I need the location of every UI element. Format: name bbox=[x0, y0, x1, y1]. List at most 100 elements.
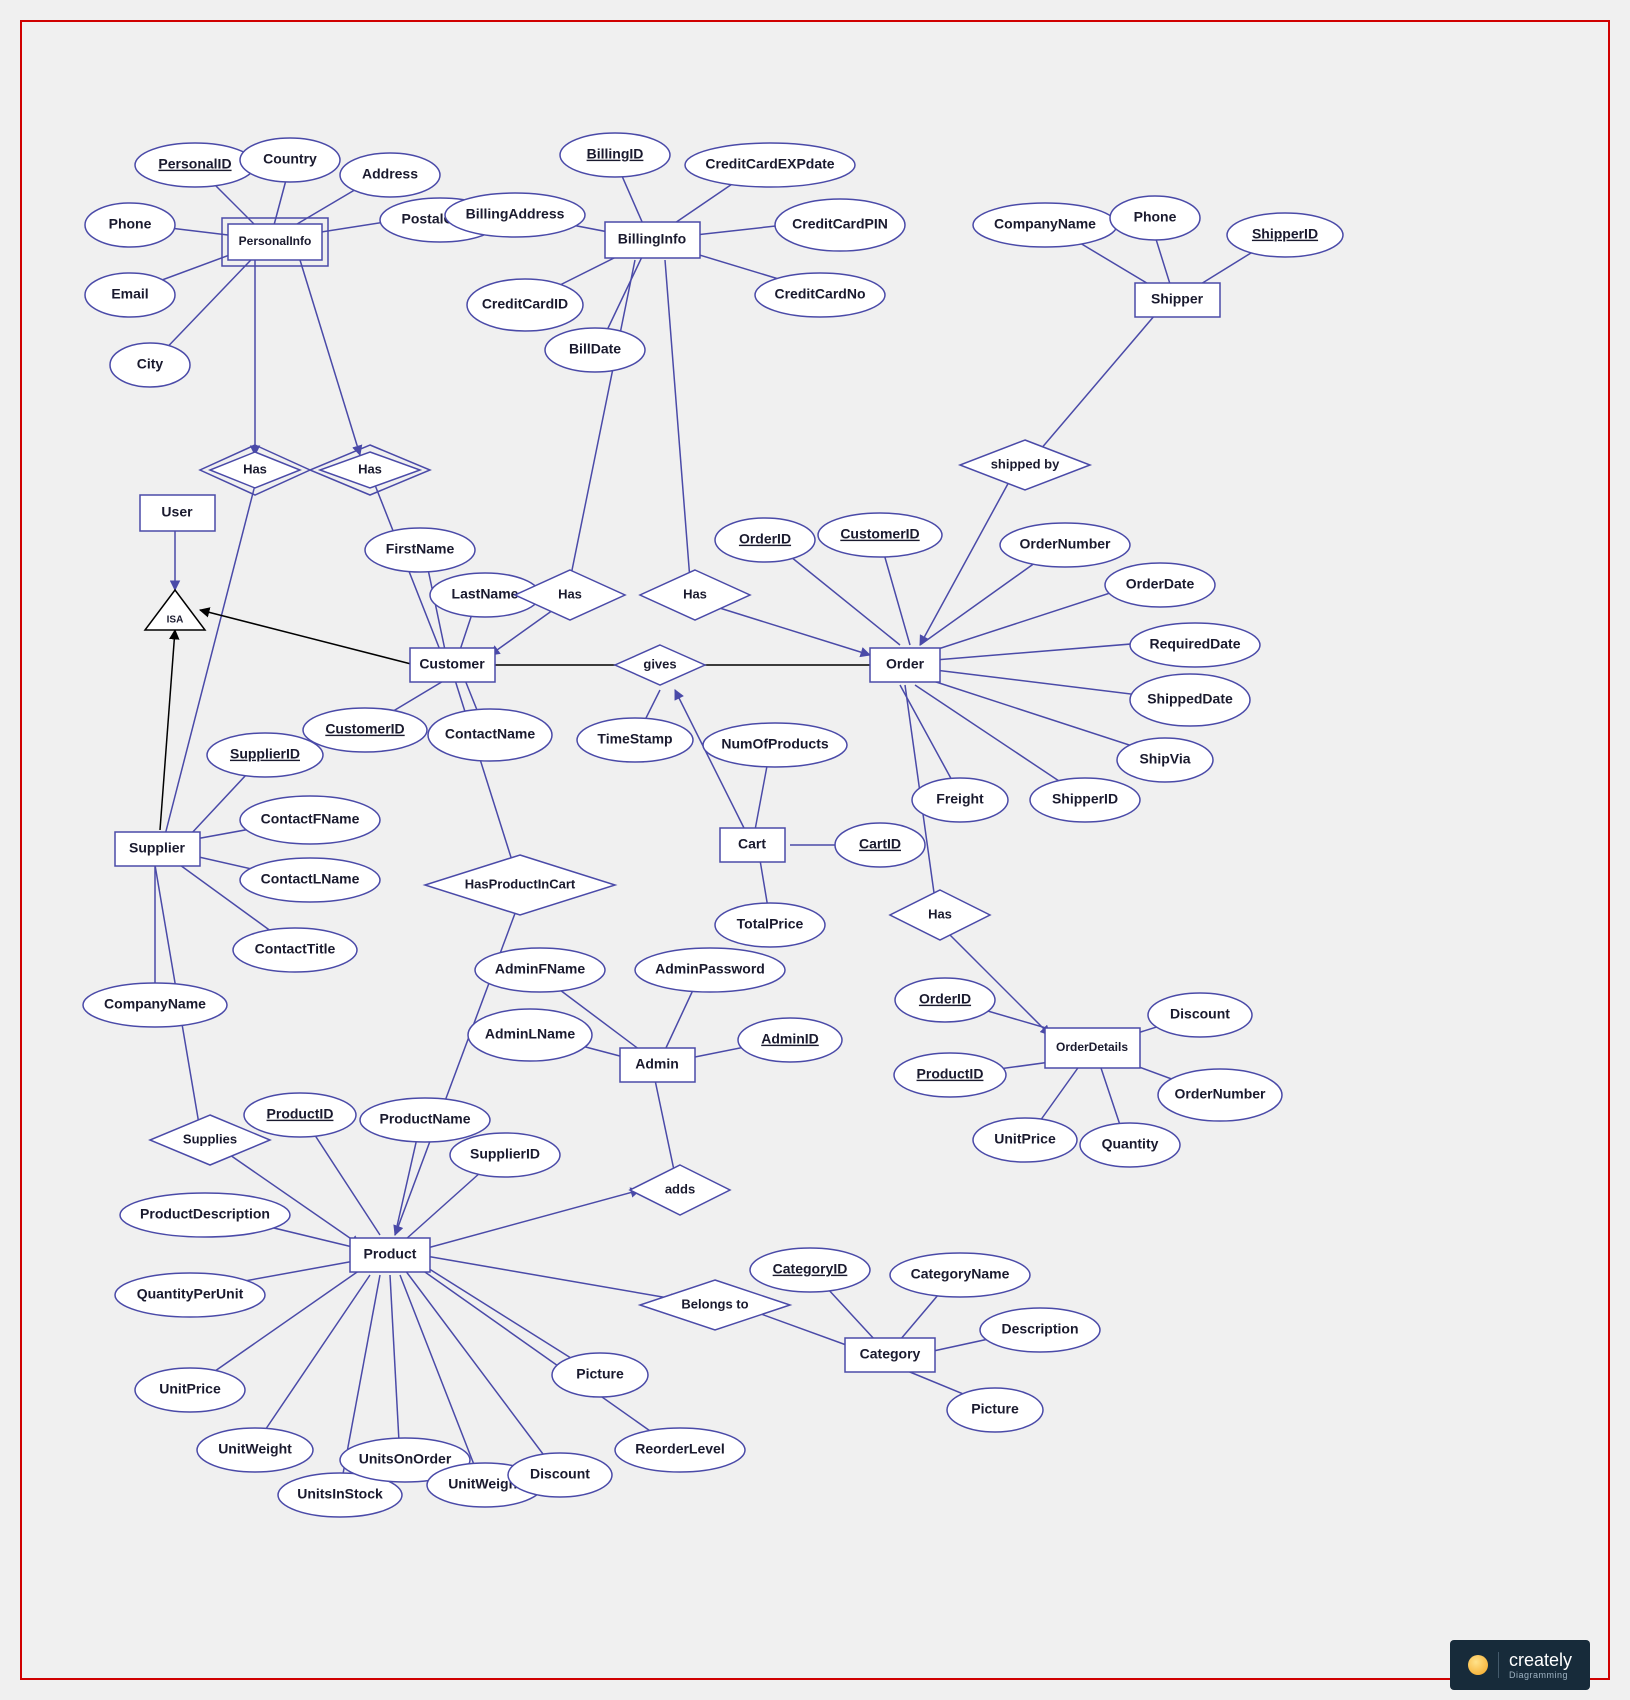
bulb-icon bbox=[1468, 1655, 1488, 1675]
attr-requireddate: RequiredDate bbox=[1130, 623, 1260, 667]
logo-separator bbox=[1498, 1652, 1499, 1678]
svg-text:HasProductInCart: HasProductInCart bbox=[465, 876, 576, 891]
attr-productid: ProductID bbox=[244, 1093, 356, 1137]
svg-text:Email: Email bbox=[111, 286, 148, 302]
svg-text:NumOfProducts: NumOfProducts bbox=[721, 736, 829, 752]
entity-supplier: Supplier bbox=[115, 832, 200, 866]
attr-ccpin: CreditCardPIN bbox=[775, 199, 905, 251]
svg-text:Belongs to: Belongs to bbox=[681, 1296, 748, 1311]
svg-text:BillingID: BillingID bbox=[587, 146, 644, 162]
svg-text:UnitWeight: UnitWeight bbox=[218, 1441, 292, 1457]
svg-text:CreditCardNo: CreditCardNo bbox=[774, 286, 865, 302]
attr-reorderlevel: ReorderLevel bbox=[615, 1428, 745, 1472]
attr-shipper-company: CompanyName bbox=[973, 203, 1117, 247]
attr-od-orderid: OrderID bbox=[895, 978, 995, 1022]
svg-text:Category: Category bbox=[860, 1346, 921, 1362]
attr-unitweight: UnitWeight bbox=[197, 1428, 313, 1472]
attr-billingaddress: BillingAddress bbox=[445, 193, 585, 237]
attr-categoryid: CategoryID bbox=[750, 1248, 870, 1292]
attr-customerid: CustomerID bbox=[303, 708, 427, 752]
svg-text:ProductDescription: ProductDescription bbox=[140, 1206, 270, 1222]
svg-text:Has: Has bbox=[243, 461, 267, 476]
rel-gives: gives bbox=[615, 645, 705, 685]
entity-product: Product bbox=[350, 1238, 430, 1272]
attr-shippeddate: ShippedDate bbox=[1130, 674, 1250, 726]
attr-od-unitprice: UnitPrice bbox=[973, 1118, 1077, 1162]
entity-personalinfo: PersonalInfo bbox=[222, 218, 328, 266]
rel-has1: Has bbox=[200, 445, 310, 495]
svg-text:ProductID: ProductID bbox=[267, 1106, 334, 1122]
svg-text:ReorderLevel: ReorderLevel bbox=[635, 1441, 724, 1457]
svg-text:AdminFName: AdminFName bbox=[495, 961, 585, 977]
svg-text:CustomerID: CustomerID bbox=[840, 526, 919, 542]
svg-text:Picture: Picture bbox=[576, 1366, 624, 1382]
entity-admin: Admin bbox=[620, 1048, 695, 1082]
attr-adminpassword: AdminPassword bbox=[635, 948, 785, 992]
attr-productdescription: ProductDescription bbox=[120, 1193, 290, 1237]
diagram-canvas: PersonalID Country Address PostalCode Ph… bbox=[0, 0, 1630, 1700]
attr-supplier-company: CompanyName bbox=[83, 983, 227, 1027]
attr-product-supplierid: SupplierID bbox=[450, 1133, 560, 1177]
svg-text:AdminPassword: AdminPassword bbox=[655, 961, 765, 977]
svg-text:AdminID: AdminID bbox=[761, 1031, 819, 1047]
svg-text:ShipperID: ShipperID bbox=[1252, 226, 1318, 242]
attr-ccexp: CreditCardEXPdate bbox=[685, 143, 855, 187]
attr-cartid: CartID bbox=[835, 823, 925, 867]
svg-text:Shipper: Shipper bbox=[1151, 291, 1204, 307]
attr-od-productid: ProductID bbox=[894, 1053, 1006, 1097]
svg-text:ContactName: ContactName bbox=[445, 726, 535, 742]
attr-contactfname: ContactFName bbox=[240, 796, 380, 844]
rel-hasproductincart: HasProductInCart bbox=[425, 855, 615, 915]
attr-orderid: OrderID bbox=[715, 518, 815, 562]
svg-text:Supplier: Supplier bbox=[129, 840, 186, 856]
svg-text:BillingInfo: BillingInfo bbox=[618, 231, 686, 247]
svg-text:Country: Country bbox=[263, 151, 317, 167]
attr-cat-description: Description bbox=[980, 1308, 1100, 1352]
attr-orderdate: OrderDate bbox=[1105, 563, 1215, 607]
svg-text:OrderID: OrderID bbox=[739, 531, 791, 547]
attr-numproducts: NumOfProducts bbox=[703, 723, 847, 767]
svg-text:User: User bbox=[161, 504, 193, 520]
logo-name: creately bbox=[1509, 1650, 1572, 1670]
svg-text:ShippedDate: ShippedDate bbox=[1147, 691, 1233, 707]
creately-logo: creately Diagramming bbox=[1450, 1640, 1590, 1690]
svg-text:PersonalID: PersonalID bbox=[158, 156, 231, 172]
attr-productname: ProductName bbox=[360, 1098, 490, 1142]
logo-text: creately Diagramming bbox=[1509, 1650, 1572, 1680]
svg-text:OrderDetails: OrderDetails bbox=[1056, 1040, 1128, 1054]
svg-text:Has: Has bbox=[683, 586, 707, 601]
attr-od-ordernumber: OrderNumber bbox=[1158, 1069, 1282, 1121]
svg-text:OrderNumber: OrderNumber bbox=[1174, 1086, 1266, 1102]
svg-text:Customer: Customer bbox=[419, 656, 485, 672]
svg-text:Quantity: Quantity bbox=[1102, 1136, 1159, 1152]
attr-supplierid: SupplierID bbox=[207, 733, 323, 777]
svg-text:Discount: Discount bbox=[530, 1466, 590, 1482]
isa-triangle: ISA bbox=[145, 590, 205, 630]
svg-text:ContactFName: ContactFName bbox=[261, 811, 360, 827]
entity-order: Order bbox=[870, 648, 940, 682]
svg-text:OrderDate: OrderDate bbox=[1126, 576, 1195, 592]
attr-order-custid: CustomerID bbox=[818, 513, 942, 557]
svg-text:shipped by: shipped by bbox=[991, 456, 1060, 471]
svg-text:Has: Has bbox=[358, 461, 382, 476]
attr-ordernumber: OrderNumber bbox=[1000, 523, 1130, 567]
attr-firstname: FirstName bbox=[365, 528, 475, 572]
svg-text:Address: Address bbox=[362, 166, 418, 182]
attr-contactname: ContactName bbox=[428, 709, 552, 761]
svg-text:adds: adds bbox=[665, 1181, 695, 1196]
svg-text:CompanyName: CompanyName bbox=[994, 216, 1096, 232]
entity-user: User bbox=[140, 495, 215, 531]
svg-text:TimeStamp: TimeStamp bbox=[597, 731, 672, 747]
svg-text:PersonalInfo: PersonalInfo bbox=[239, 234, 312, 248]
svg-text:ProductID: ProductID bbox=[917, 1066, 984, 1082]
attr-personalid: PersonalID bbox=[135, 143, 255, 187]
svg-text:CreditCardPIN: CreditCardPIN bbox=[792, 216, 888, 232]
svg-text:TotalPrice: TotalPrice bbox=[737, 916, 804, 932]
entity-category: Category bbox=[845, 1338, 935, 1372]
attr-timestamp: TimeStamp bbox=[577, 718, 693, 762]
svg-text:CategoryName: CategoryName bbox=[911, 1266, 1010, 1282]
attr-city: City bbox=[110, 343, 190, 387]
attr-adminfname: AdminFName bbox=[475, 948, 605, 992]
attr-product-picture: Picture bbox=[552, 1353, 648, 1397]
svg-text:ContactTitle: ContactTitle bbox=[255, 941, 336, 957]
